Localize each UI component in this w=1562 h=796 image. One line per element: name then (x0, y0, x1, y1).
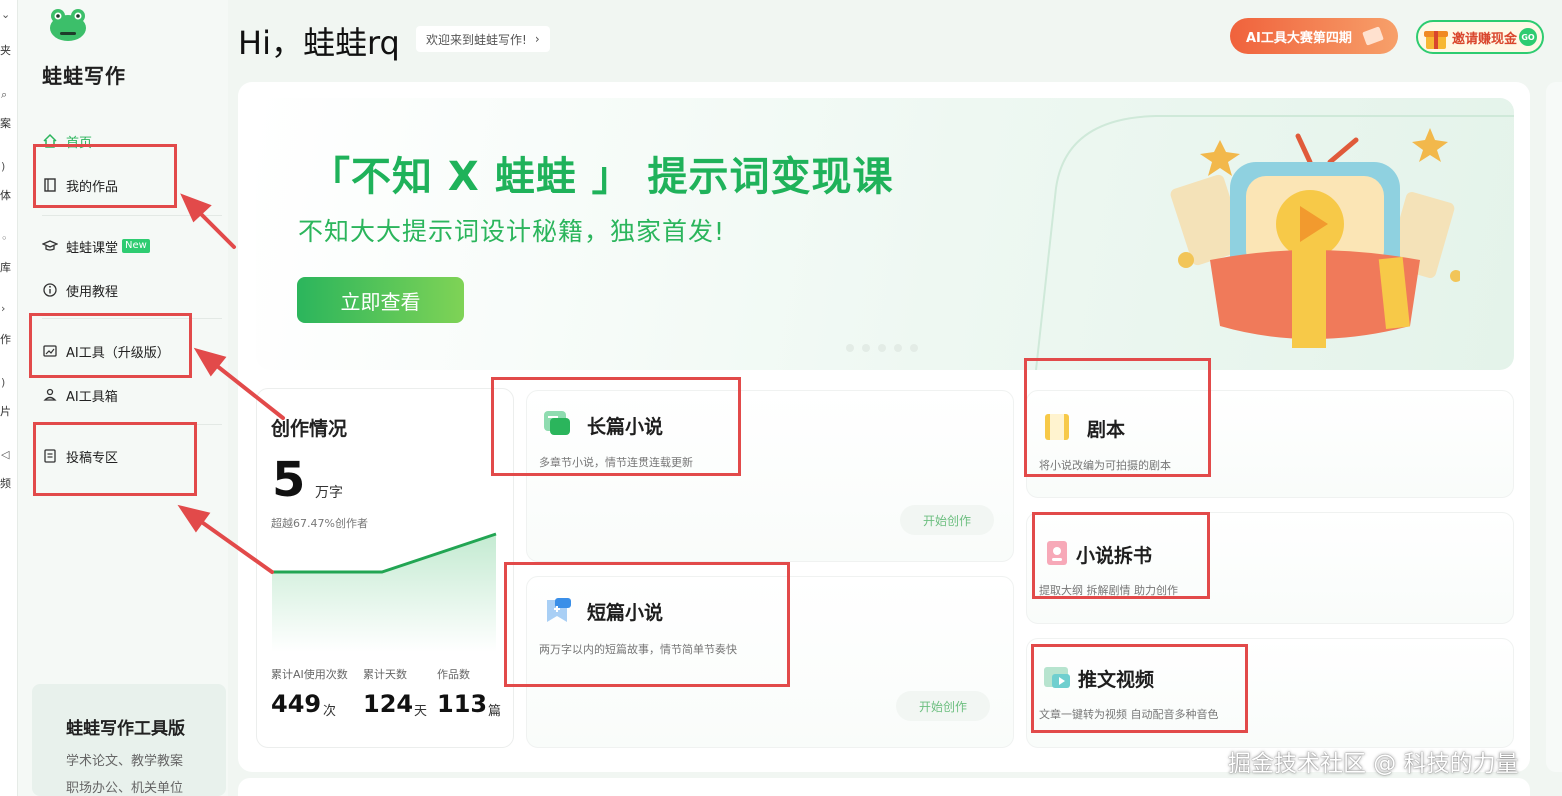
banner-dot[interactable] (894, 344, 902, 352)
watermark: 掘金技术社区 @ 科技的力量 (1228, 751, 1519, 777)
promo-line: 学术论文、教学教案 (66, 754, 184, 769)
right-panel-edge (1546, 82, 1562, 772)
trend-area (272, 534, 496, 652)
banner-subtitle: 不知大大提示词设计秘籍，独家首发! (298, 217, 726, 246)
clipped-icon: ) (1, 160, 6, 173)
clipped-icon: ⌕ (1, 88, 8, 101)
sidebar-item-tutorial[interactable]: 使用教程 (42, 278, 118, 302)
clipped-label: 体 (0, 189, 11, 202)
clipped-icon: ◦ (1, 232, 8, 245)
total-words-value: 5 (272, 452, 306, 508)
days-label: 累计天数 (363, 668, 407, 681)
days-suffix: 天 (414, 704, 428, 719)
clipped-icon: › (1, 302, 6, 315)
graduation-cap-icon (42, 238, 58, 254)
stats-trend-chart (272, 532, 497, 652)
annotation-box (33, 144, 177, 208)
invite-label: 邀请赚现金 (1452, 31, 1518, 47)
clipped-icon: ⌄ (1, 8, 11, 21)
long-novel-start-button[interactable]: 开始创作 (900, 505, 994, 535)
chevron-right-icon: › (534, 32, 540, 46)
works-count-value: 113 (437, 690, 488, 718)
works-count-suffix: 篇 (488, 704, 502, 719)
annotation-box (29, 313, 192, 378)
welcome-text: 欢迎来到蛙蛙写作! (426, 32, 527, 47)
sidebar-item-ai-toolbox[interactable]: AI工具箱 (42, 383, 118, 407)
ai-contest-button[interactable]: AI工具大赛第四期 (1230, 18, 1398, 54)
info-icon (42, 282, 58, 298)
sidebar-divider (42, 215, 222, 216)
ai-usage-label: 累计AI使用次数 (271, 668, 348, 681)
clipped-label: 夹 (0, 44, 11, 57)
days-value: 124 (363, 690, 414, 718)
banner-dot[interactable] (878, 344, 886, 352)
annotation-box (491, 377, 741, 476)
frog-logo-icon (50, 9, 86, 41)
go-icon: GO (1519, 28, 1537, 46)
clipped-icon: ) (1, 376, 6, 389)
sidebar-item-label: AI工具箱 (66, 389, 118, 405)
clipped-left-panel: ⌄ 夹 ⌕ 案 ) 体 ◦ 库 › 作 ) 片 ◁ 频 (0, 0, 18, 796)
total-words-unit: 万字 (315, 485, 343, 501)
page-greeting: Hi，蛙蛙rq (238, 24, 400, 62)
sidebar-item-label: 蛙蛙课堂 (66, 240, 119, 256)
ai-usage-value: 449 (271, 690, 322, 718)
annotation-box (1024, 358, 1211, 477)
annotation-box (504, 562, 790, 687)
annotation-box (1032, 512, 1210, 599)
banner-dot[interactable] (910, 344, 918, 352)
stats-title: 创作情况 (271, 418, 348, 440)
banner-dot[interactable] (862, 344, 870, 352)
promo-line: 职场办公、机关单位 (66, 781, 184, 796)
welcome-chip[interactable]: 欢迎来到蛙蛙写作! › (416, 26, 550, 52)
clipped-label: 频 (0, 477, 11, 490)
banner-dot[interactable] (846, 344, 854, 352)
tv-play-illustration (1170, 128, 1460, 348)
short-story-start-button[interactable]: 开始创作 (896, 691, 990, 721)
banner-title: 「不知 X 蛙蛙 」 提示词变现课 (310, 154, 894, 200)
ai-usage-suffix: 次 (323, 704, 337, 719)
clipped-label: 案 (0, 117, 11, 130)
annotation-box (33, 422, 197, 496)
new-badge: New (122, 239, 150, 253)
ticket-icon (1362, 26, 1384, 46)
next-section-edge (238, 778, 1530, 796)
works-count-label: 作品数 (437, 668, 470, 681)
clipped-label: 库 (0, 261, 11, 274)
contest-label: AI工具大赛第四期 (1246, 30, 1352, 46)
promo-title: 蛙蛙写作工具版 (66, 719, 185, 739)
view-now-button[interactable]: 立即查看 (297, 277, 464, 323)
toolbox-icon (42, 387, 58, 403)
banner-pagination (846, 344, 918, 352)
sidebar-item-classroom[interactable]: 蛙蛙课堂 New (42, 234, 150, 258)
sidebar-item-label: 使用教程 (66, 284, 119, 300)
clipped-label: 片 (0, 405, 11, 418)
brand-name: 蛙蛙写作 (42, 64, 126, 88)
gift-icon (1424, 31, 1448, 49)
clipped-icon: ◁ (1, 448, 10, 461)
clipped-label: 作 (0, 333, 11, 346)
invite-cash-button[interactable]: 邀请赚现金 GO (1416, 20, 1544, 54)
annotation-box (1031, 644, 1248, 733)
